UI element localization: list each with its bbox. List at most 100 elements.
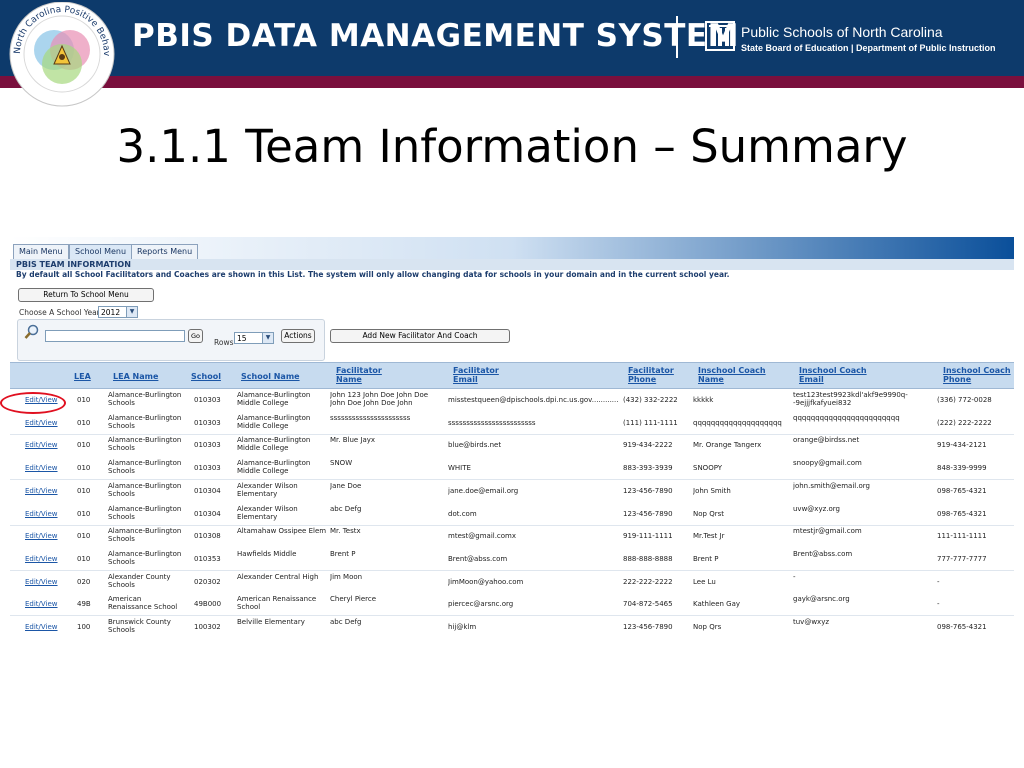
cell-facilitator-email: misstestqueen@dpischools.dpi.nc.us.gov..… <box>448 396 618 404</box>
cell-facilitator-email: JimMoon@yahoo.com <box>448 577 524 586</box>
cell-coach-phone: (222) 222-2222 <box>937 418 992 427</box>
app-screenshot: Main Menu School Menu Reports Menu PBIS … <box>10 237 1014 635</box>
cell-lea: 010 <box>77 554 91 563</box>
actions-button[interactable]: Actions <box>281 329 315 343</box>
cell-facilitator-name: Jim Moon <box>330 572 363 581</box>
cell-facilitator-email: mtest@gmail.comx <box>448 532 517 541</box>
cell-lea-name: American Renaissance School <box>108 595 178 612</box>
banner-divider <box>676 16 678 58</box>
cell-facilitator-email: WHITE <box>448 464 471 473</box>
cell-facilitator-phone: 123-456-7890 <box>623 509 673 518</box>
table-row: Edit/View 49B American Renaissance Schoo… <box>10 592 1014 617</box>
edit-view-link[interactable]: Edit/View <box>25 532 58 540</box>
tab-main-menu[interactable]: Main Menu <box>13 244 69 259</box>
cell-lea-name: Alamance-Burlington Schools <box>108 391 182 407</box>
cell-coach-name: Nop Qrst <box>693 509 724 518</box>
cell-facilitator-phone: 919-434-2222 <box>623 441 673 450</box>
edit-view-link[interactable]: Edit/View <box>25 600 58 608</box>
cell-facilitator-phone: (111) 111-1111 <box>623 418 678 427</box>
col-lea[interactable]: LEA <box>74 372 91 381</box>
cell-lea-name: Alexander County Schools <box>108 572 171 589</box>
cell-school: 49B000 <box>194 600 222 609</box>
cell-coach-email: gayk@arsnc.org <box>793 595 850 604</box>
cell-coach-name: qqqqqqqqqqqqqqqqqqqq <box>693 418 782 427</box>
edit-view-link[interactable]: Edit/View <box>25 464 58 472</box>
cell-lea-name: Alamance-Burlington Schools <box>108 527 182 544</box>
col-coach-name[interactable]: Inschool Coach Name <box>698 366 778 384</box>
return-to-school-menu-button[interactable]: Return To School Menu <box>18 288 154 302</box>
cell-facilitator-email: Brent@abss.com <box>448 554 508 563</box>
add-facilitator-coach-button[interactable]: Add New Facilitator And Coach <box>330 329 510 343</box>
edit-view-link[interactable]: Edit/View <box>25 419 58 427</box>
table-row: Edit/View 010 Alamance-Burlington School… <box>10 479 1014 503</box>
cell-facilitator-email: dot.com <box>448 509 477 518</box>
cell-coach-name: Kathleen Gay <box>693 600 741 609</box>
cell-school: 010304 <box>194 509 221 518</box>
cell-facilitator-phone: 123-456-7890 <box>623 486 673 495</box>
tab-school-menu[interactable]: School Menu <box>69 244 133 259</box>
edit-view-link[interactable]: Edit/View <box>25 487 58 495</box>
cell-school: 010303 <box>194 464 221 473</box>
edit-view-link[interactable]: Edit/View <box>25 555 58 563</box>
edit-view-link[interactable]: Edit/View <box>25 510 58 518</box>
cell-school: 010353 <box>194 554 221 563</box>
cell-lea-name: Brunswick County Schools <box>108 618 171 634</box>
cell-coach-email: snoopy@gmail.com <box>793 459 862 468</box>
cell-school-name: American Renaissance School <box>237 595 317 612</box>
table-row: Edit/View 100 Brunswick County Schools 1… <box>10 615 1014 635</box>
go-button[interactable]: Go <box>188 329 203 343</box>
col-school[interactable]: School <box>191 372 221 381</box>
school-year-select[interactable]: 2012 ▼ <box>98 306 138 318</box>
cell-facilitator-name: Jane Doe <box>330 481 362 490</box>
section-note: By default all School Facilitators and C… <box>16 270 730 279</box>
cell-coach-name: kkkkk <box>693 396 714 404</box>
cell-coach-name: Mr.Test Jr <box>693 532 725 541</box>
tab-reports-menu[interactable]: Reports Menu <box>131 244 199 259</box>
cell-facilitator-name: Mr. Testx <box>330 527 361 536</box>
cell-coach-email: uvw@xyz.org <box>793 504 840 513</box>
cell-coach-phone: - <box>937 577 940 586</box>
cell-coach-phone: 111-111-1111 <box>937 532 987 541</box>
edit-view-link[interactable]: Edit/View <box>25 441 58 449</box>
edit-view-link[interactable]: Edit/View <box>25 623 58 631</box>
col-lea-name[interactable]: LEA Name <box>113 372 158 381</box>
search-panel: Go Rows 15 ▼ Actions <box>17 319 325 361</box>
cell-school-name: Alamance-Burlington Middle College <box>237 459 311 476</box>
cell-school-name: Alamance-Burlington Middle College <box>237 413 311 430</box>
school-year-label: Choose A School Year <box>19 308 100 317</box>
cell-school: 100302 <box>194 623 221 631</box>
cell-coach-name: SNOOPY <box>693 464 723 473</box>
table-row: Edit/View 010 Alamance-Burlington School… <box>10 546 1014 571</box>
rows-value: 15 <box>237 334 247 343</box>
cell-coach-email: Brent@abss.com <box>793 549 853 558</box>
col-facilitator-name[interactable]: Facilitator Name <box>336 366 396 384</box>
cell-lea: 010 <box>77 441 91 450</box>
edit-view-link[interactable]: Edit/View <box>25 578 58 586</box>
cell-coach-phone: 919-434-2121 <box>937 441 987 450</box>
cell-facilitator-phone: (432) 332-2222 <box>623 396 678 404</box>
col-coach-email[interactable]: Inschool Coach Email <box>799 366 879 384</box>
chevron-down-icon: ▼ <box>262 333 273 343</box>
cell-coach-name: Lee Lu <box>693 577 716 586</box>
section-heading: PBIS TEAM INFORMATION <box>10 259 1014 270</box>
cell-school-name: Alamance-Burlington Middle College <box>237 391 311 407</box>
table-row: Edit/View 010 Alamance-Burlington School… <box>10 433 1014 458</box>
rows-select[interactable]: 15 ▼ <box>234 332 274 344</box>
col-coach-phone[interactable]: Inschool Coach Phone <box>943 366 1013 384</box>
banner-stripe <box>0 76 1024 88</box>
search-icon[interactable] <box>24 324 40 340</box>
col-facilitator-email[interactable]: Facilitator Email <box>453 366 513 384</box>
chevron-down-icon: ▼ <box>126 307 137 317</box>
cell-lea: 010 <box>77 464 91 473</box>
slide-title: 3.1.1 Team Information – Summary <box>116 120 908 173</box>
cell-facilitator-email: piercec@arsnc.org <box>448 600 514 609</box>
cell-school: 010303 <box>194 441 221 450</box>
col-facilitator-phone[interactable]: Facilitator Phone <box>628 366 678 384</box>
banner-title: PBIS DATA MANAGEMENT SYSTEM <box>132 18 739 54</box>
search-input[interactable] <box>45 330 185 342</box>
cell-facilitator-email: ssssssssssssssssssssssss <box>448 418 536 427</box>
col-school-name[interactable]: School Name <box>241 372 300 381</box>
cell-facilitator-email: blue@birds.net <box>448 441 502 450</box>
table-row: Edit/View 010 Alamance-Burlington School… <box>10 501 1014 526</box>
cell-coach-email: mtestjr@gmail.com <box>793 527 862 536</box>
